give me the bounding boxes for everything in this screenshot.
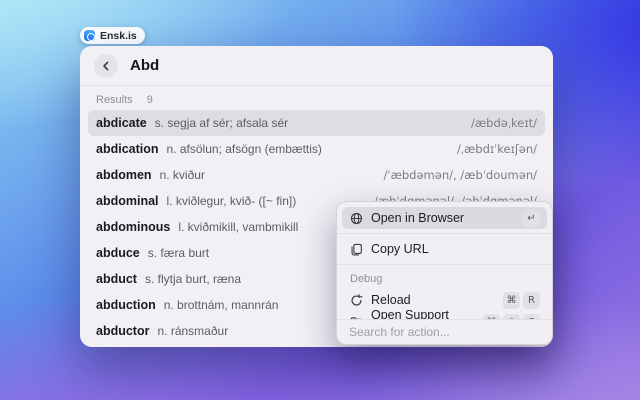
action-menu: Open in Browser ↵ Copy URL Debug Reload …	[336, 201, 553, 345]
search-query[interactable]: Abd	[130, 57, 159, 74]
result-phonetic: /æbdəˌkeɪt/	[471, 116, 537, 130]
menu-separator	[337, 264, 552, 265]
result-word: abduction	[96, 298, 156, 312]
menu-item-open-in-browser[interactable]: Open in Browser ↵	[342, 207, 547, 229]
result-word: abdominal	[96, 194, 159, 208]
shortcut-keys: ⌘ R	[503, 291, 540, 309]
app-tag[interactable]: Ensk.is	[80, 27, 145, 44]
result-phonetic: /ˈæbdəmən/, /æbˈdoumən/	[383, 168, 537, 182]
back-button[interactable]	[94, 53, 118, 78]
results-label: Results	[96, 94, 133, 106]
menu-item-open-support-directory[interactable]: Open Support Directory ⌘ ⇧ S	[342, 308, 547, 319]
result-definition: s. segja af sér; afsala sér	[154, 116, 289, 130]
result-word: abdicate	[96, 116, 147, 130]
shortcut-keys: ↵	[523, 209, 540, 227]
result-row[interactable]: abdicate s. segja af sér; afsala sér /æb…	[88, 110, 545, 136]
result-word: abdomen	[96, 168, 152, 182]
action-search-input[interactable]: Search for action...	[337, 319, 552, 344]
result-word: abdominous	[96, 220, 171, 234]
result-definition: s. flytja burt, ræna	[144, 272, 242, 286]
globe-icon	[349, 211, 363, 225]
result-definition: n. brottnám, mannrán	[163, 298, 279, 312]
r-key: R	[523, 291, 540, 309]
result-definition: n. afsölun; afsögn (embættis)	[166, 142, 322, 156]
result-row[interactable]: abdication n. afsölun; afsögn (embættis)…	[88, 136, 545, 162]
result-definition: l. kviðmikill, vambmikill	[178, 220, 299, 234]
reload-icon	[349, 293, 363, 307]
menu-item-label: Open Support Directory	[371, 308, 449, 319]
result-definition: n. kviður	[159, 168, 205, 182]
app-icon	[84, 30, 95, 41]
chevron-left-icon	[99, 59, 113, 73]
command-key: ⌘	[503, 291, 520, 309]
menu-separator	[337, 233, 552, 234]
menu-item-copy-url[interactable]: Copy URL	[342, 238, 547, 260]
menu-item-label: Reload	[371, 293, 411, 307]
result-definition: s. færa burt	[147, 246, 210, 260]
menu-item-label: Copy URL	[371, 242, 429, 256]
result-phonetic: /ˌæbdɪˈkeɪʃən/	[456, 142, 537, 156]
action-menu-items: Open in Browser ↵ Copy URL Debug Reload …	[337, 202, 552, 319]
debug-section-label: Debug	[350, 273, 383, 285]
results-header: Results 9	[80, 86, 553, 110]
copy-icon	[349, 242, 363, 256]
result-definition: n. ránsmaður	[157, 324, 229, 338]
result-word: abduct	[96, 272, 137, 286]
result-word: abdication	[96, 142, 159, 156]
result-definition: l. kviðlegur, kvið- ([~ fin])	[166, 194, 297, 208]
menu-item-label: Open in Browser	[371, 211, 465, 225]
app-tag-label: Ensk.is	[100, 29, 137, 42]
results-count: 9	[146, 94, 153, 106]
return-key: ↵	[523, 209, 540, 227]
result-word: abductor	[96, 324, 150, 338]
result-word: abduce	[96, 246, 140, 260]
result-row[interactable]: abdomen n. kviður /ˈæbdəmən/, /æbˈdoumən…	[88, 162, 545, 188]
search-bar: Abd	[80, 46, 553, 86]
